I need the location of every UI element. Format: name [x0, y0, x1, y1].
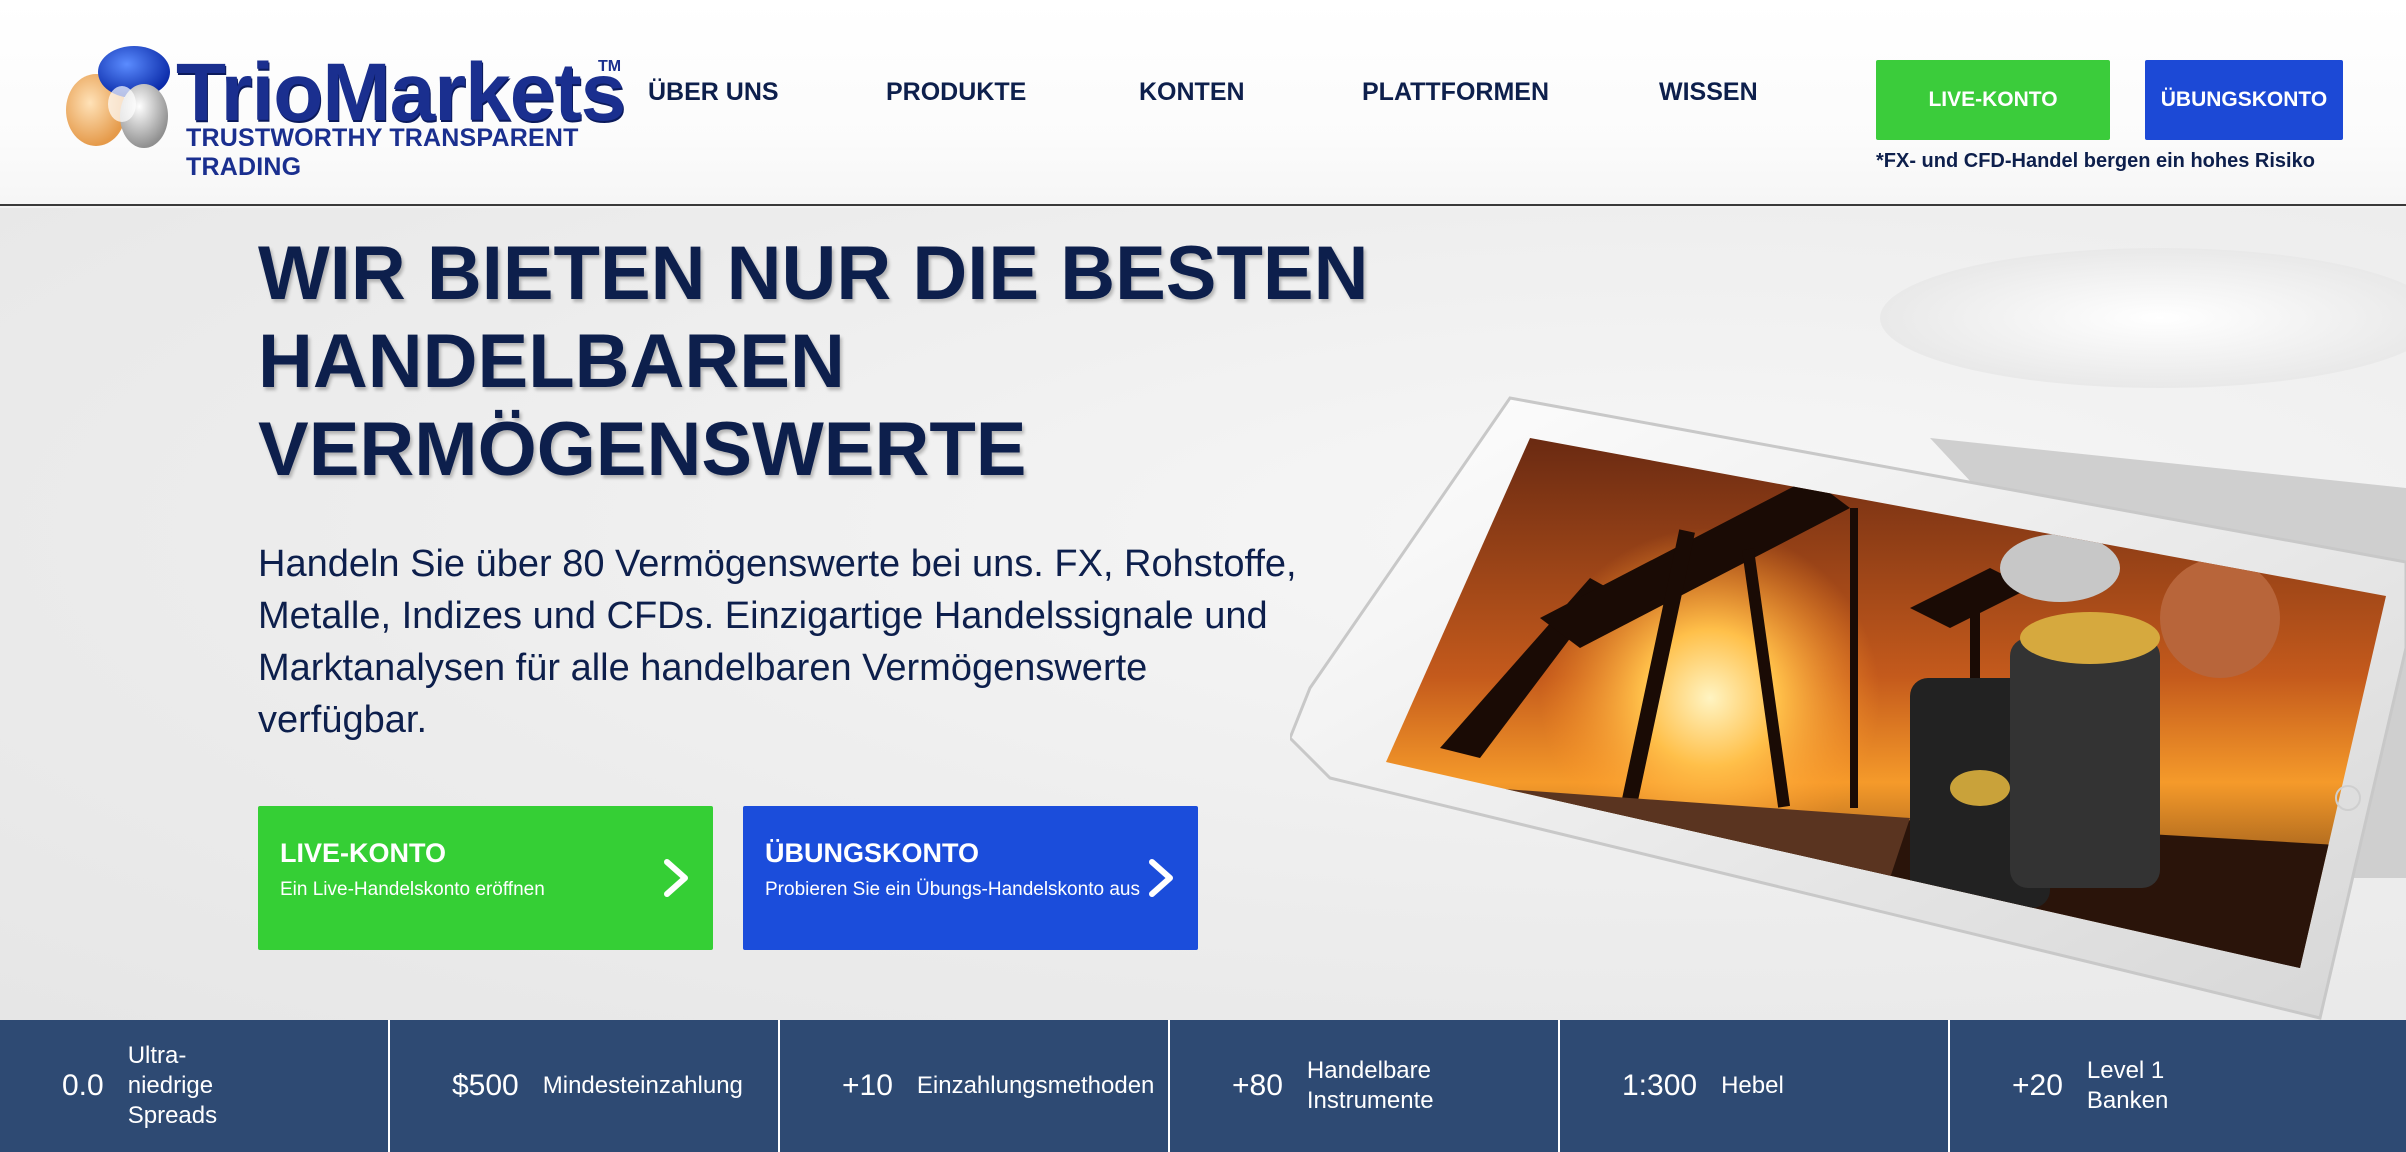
stat-label: Einzahlungsmethoden	[917, 1071, 1155, 1101]
stat-label-line: Banken	[2086, 1087, 2169, 1114]
cta-demo-subtitle: Probieren Sie ein Übungs-Handelskonto au…	[765, 879, 1140, 900]
stat-banks: +20 Level 1 Banken	[1950, 1020, 2406, 1152]
stat-label-line: Instrumente	[1306, 1087, 1434, 1114]
stat-value: +10	[842, 1069, 893, 1102]
stat-label: Mindesteinzahlung	[543, 1071, 743, 1101]
stat-spreads: 0.0 Ultra- niedrige Spreads	[0, 1020, 390, 1152]
stat-label-line: Handelbare	[1306, 1057, 1431, 1084]
stat-value: +20	[2012, 1069, 2063, 1102]
hero-description-line: Metalle, Indizes und CFDs. Einzigartige …	[258, 595, 1268, 637]
stat-value: $500	[452, 1069, 519, 1102]
header-live-account-button[interactable]: LIVE-KONTO	[1876, 60, 2110, 140]
stat-label-line: Einzahlungsmethoden	[916, 1072, 1155, 1099]
cta-live-subtitle: Ein Live-Handelskonto eröffnen	[280, 879, 545, 900]
stat-label: Level 1 Banken	[2087, 1056, 2168, 1116]
hero-description-line: Marktanalysen für alle handelbaren Vermö…	[258, 647, 1148, 689]
hero-section: WIR BIETEN NUR DIE BESTEN HANDELBAREN VE…	[0, 208, 2406, 1020]
cta-demo-title: ÜBUNGSKONTO	[765, 838, 980, 868]
nav-item-konten[interactable]: KONTEN	[1139, 78, 1245, 107]
logo-trademark: TM	[598, 58, 622, 75]
chevron-right-icon	[664, 859, 688, 897]
stats-bar: 0.0 Ultra- niedrige Spreads $500 Mindest…	[0, 1020, 2406, 1152]
stat-instruments: +80 Handelbare Instrumente	[1170, 1020, 1560, 1152]
stat-label-line: Level 1	[2086, 1057, 2165, 1084]
nav-item-plattformen[interactable]: PLATTFORMEN	[1362, 78, 1549, 107]
stat-label-line: Mindesteinzahlung	[542, 1072, 743, 1099]
hero-title: WIR BIETEN NUR DIE BESTEN HANDELBAREN VE…	[258, 230, 1458, 494]
hero-description-line: Handeln Sie über 80 Vermögenswerte bei u…	[258, 543, 1297, 585]
header-demo-account-button[interactable]: ÜBUNGSKONTO	[2145, 60, 2343, 140]
stat-label-line: Ultra-	[127, 1042, 187, 1069]
stat-label-line: Spreads	[127, 1102, 218, 1129]
stat-label-line: Hebel	[1721, 1072, 1784, 1099]
site-header: TrioMarkets TM TRUSTWORTHY TRANSPARENT T…	[0, 0, 2406, 206]
hero-title-line: HANDELBAREN	[258, 319, 845, 404]
stat-value: 0.0	[62, 1069, 104, 1102]
stat-label: Ultra- niedrige Spreads	[128, 1041, 217, 1131]
chevron-right-icon	[1149, 859, 1173, 897]
cta-live-account-button[interactable]: LIVE-KONTO Ein Live-Handelskonto eröffne…	[258, 806, 713, 950]
stat-deposit-methods: +10 Einzahlungsmethoden	[780, 1020, 1170, 1152]
hero-title-line: WIR BIETEN NUR DIE BESTEN	[258, 231, 1369, 316]
risk-warning: *FX- und CFD-Handel bergen ein hohes Ris…	[1876, 150, 2315, 172]
stat-label: Hebel	[1721, 1071, 1784, 1101]
stat-label-line: niedrige	[127, 1072, 214, 1099]
hero-description: Handeln Sie über 80 Vermögenswerte bei u…	[258, 538, 1338, 746]
stat-min-deposit: $500 Mindesteinzahlung	[390, 1020, 780, 1152]
nav-item-produkte[interactable]: PRODUKTE	[886, 78, 1026, 107]
stat-value: +80	[1232, 1069, 1283, 1102]
cta-live-title: LIVE-KONTO	[280, 838, 447, 868]
tablet-commodities-illustration	[1290, 396, 2406, 1020]
hero-description-line: verfügbar.	[258, 699, 427, 741]
stat-value: 1:300	[1622, 1069, 1698, 1102]
stat-leverage: 1:300 Hebel	[1560, 1020, 1950, 1152]
hero-title-line: VERMÖGENSWERTE	[258, 407, 1027, 492]
nav-item-wissen[interactable]: WISSEN	[1659, 78, 1758, 107]
stat-label: Handelbare Instrumente	[1307, 1056, 1434, 1116]
nav-item-ueber-uns[interactable]: ÜBER UNS	[648, 78, 779, 107]
logo-tagline: TRUSTWORTHY TRANSPARENT TRADING	[186, 124, 579, 181]
cta-demo-account-button[interactable]: ÜBUNGSKONTO Probieren Sie ein Übungs-Han…	[743, 806, 1198, 950]
